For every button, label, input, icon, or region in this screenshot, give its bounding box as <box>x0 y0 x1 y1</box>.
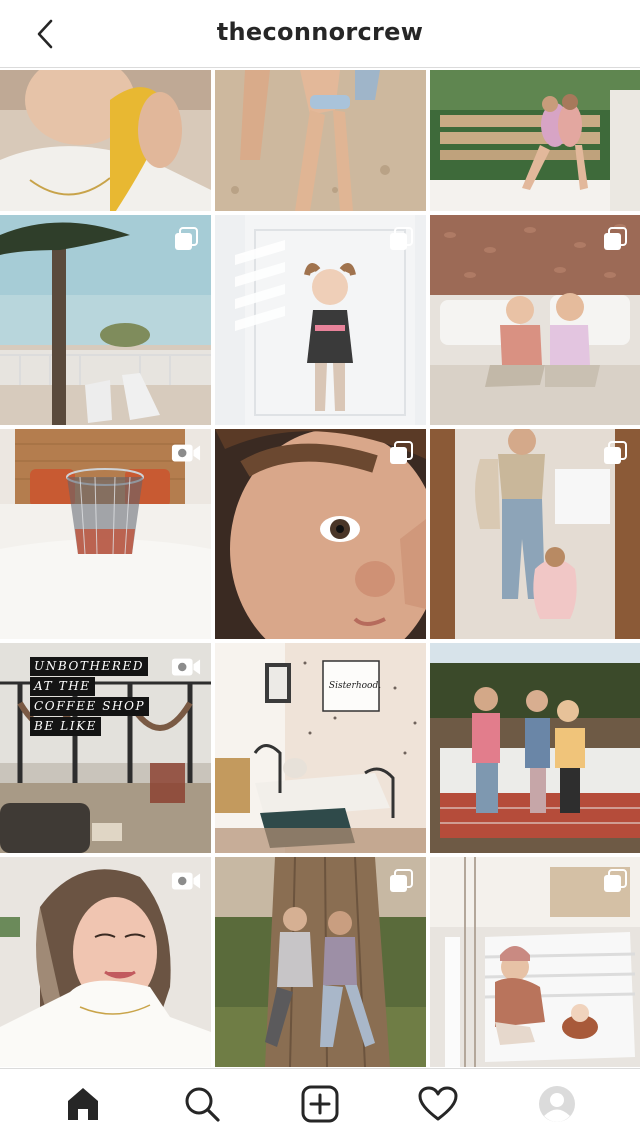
post-tile-10[interactable]: UNBOTHERED AT THE COFFEE SHOP BE LIKE <box>0 643 211 853</box>
carousel-icon <box>386 867 416 895</box>
post-tile-9[interactable] <box>430 429 640 639</box>
new-post-icon <box>301 1085 339 1122</box>
tab-activity[interactable] <box>406 1072 470 1136</box>
video-icon <box>171 439 201 467</box>
post-tile-6[interactable] <box>430 215 640 425</box>
carousel-icon <box>386 225 416 253</box>
username-title: theconnorcrew <box>216 18 424 46</box>
bottom-tab-bar <box>0 1068 640 1138</box>
carousel-icon <box>600 867 630 895</box>
tab-profile[interactable] <box>525 1072 589 1136</box>
activity-heart-icon <box>418 1086 458 1120</box>
post-tile-3[interactable] <box>430 70 640 211</box>
post-caption-overlay: UNBOTHERED AT THE COFFEE SHOP BE LIKE <box>30 657 170 737</box>
post-tile-2[interactable] <box>215 70 426 211</box>
post-tile-13[interactable] <box>0 857 211 1067</box>
post-tile-8[interactable] <box>215 429 426 639</box>
post-image <box>215 643 426 853</box>
home-icon <box>68 1087 99 1120</box>
post-tile-1[interactable] <box>0 70 211 211</box>
post-tile-12[interactable] <box>430 643 640 853</box>
carousel-icon <box>171 225 201 253</box>
post-tile-15[interactable] <box>430 857 640 1067</box>
tab-new-post[interactable] <box>288 1072 352 1136</box>
carousel-icon <box>386 439 416 467</box>
tab-home[interactable] <box>51 1072 115 1136</box>
post-tile-5[interactable] <box>215 215 426 425</box>
post-tile-4[interactable] <box>0 215 211 425</box>
profile-header: theconnorcrew <box>0 0 640 68</box>
video-icon <box>171 867 201 895</box>
search-icon <box>185 1087 220 1122</box>
tab-search[interactable] <box>170 1072 234 1136</box>
profile-avatar-icon <box>538 1085 575 1122</box>
post-image <box>430 643 640 853</box>
post-tile-11[interactable]: Sisterhood. <box>215 643 426 853</box>
carousel-icon <box>600 439 630 467</box>
post-image <box>0 70 211 211</box>
post-image <box>215 70 426 211</box>
post-grid: UNBOTHERED AT THE COFFEE SHOP BE LIKE Si… <box>0 70 640 1068</box>
post-tile-7[interactable] <box>0 429 211 639</box>
wall-sign-text: Sisterhood. <box>328 681 382 691</box>
post-image <box>430 70 640 211</box>
post-tile-14[interactable] <box>215 857 426 1067</box>
video-icon <box>171 653 201 681</box>
carousel-icon <box>600 225 630 253</box>
